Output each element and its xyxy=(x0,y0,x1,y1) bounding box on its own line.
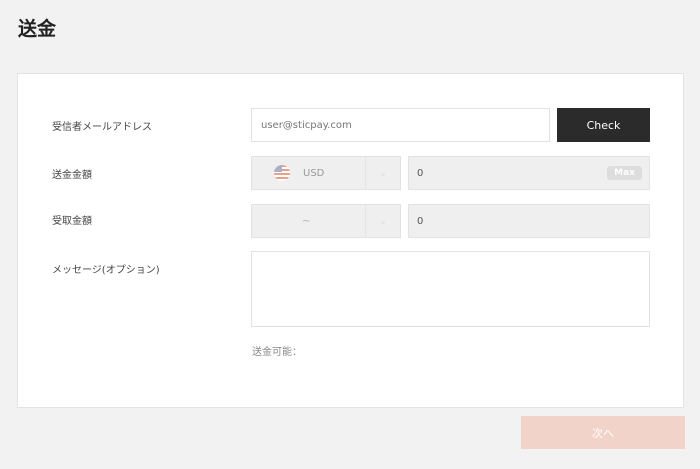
next-button[interactable]: 次へ xyxy=(521,416,685,449)
receive-currency-select[interactable]: ~ ⌄ xyxy=(251,204,401,238)
message-textarea[interactable] xyxy=(251,251,650,327)
send-currency-value: USD xyxy=(303,167,325,179)
receive-amount-label: 受取金額 xyxy=(52,216,92,227)
chevron-down-icon: ⌄ xyxy=(365,205,400,237)
message-label: メッセージ(オプション) xyxy=(52,265,160,276)
us-flag-icon xyxy=(274,165,290,181)
check-button[interactable]: Check xyxy=(557,108,650,142)
receive-amount-value: 0 xyxy=(417,215,424,227)
send-amount-input[interactable]: 0 Max xyxy=(408,156,650,190)
send-amount-value: 0 xyxy=(417,167,424,179)
send-currency-select[interactable]: USD ⌄ xyxy=(251,156,401,190)
chevron-down-icon: ⌄ xyxy=(365,157,400,189)
receive-currency-value: ~ xyxy=(302,215,311,227)
available-amount-label: 送金可能： xyxy=(252,347,302,358)
max-button[interactable]: Max xyxy=(607,166,642,180)
send-amount-label: 送金金額 xyxy=(52,170,92,181)
recipient-email-input[interactable] xyxy=(251,108,550,142)
recipient-email-label: 受信者メールアドレス xyxy=(52,122,152,133)
page-title: 送金 xyxy=(18,18,57,40)
receive-amount-input[interactable]: 0 xyxy=(408,204,650,238)
